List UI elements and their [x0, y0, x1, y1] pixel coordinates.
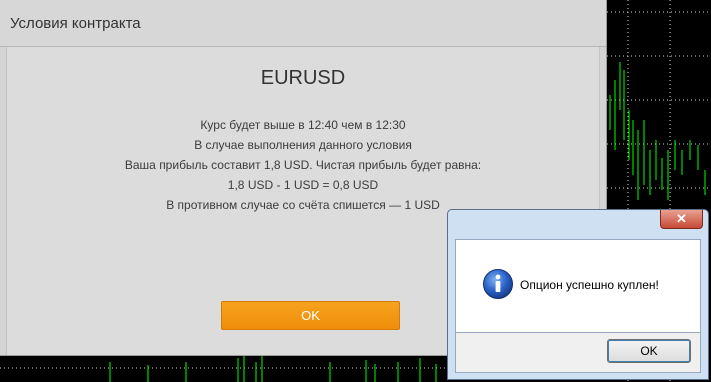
- close-icon[interactable]: ✕: [660, 210, 703, 229]
- message-text: Опцион успешно куплен!: [520, 278, 659, 292]
- terms-line: В случае выполнения данного условия: [194, 138, 412, 152]
- message-ok-button[interactable]: OK: [607, 339, 691, 363]
- message-box: ✕ Опцион успешно куплен! OK: [447, 209, 709, 380]
- contract-dialog-title: Условия контракта: [10, 14, 141, 32]
- terms-line: Ваша прибыль составит 1,8 USD. Чистая пр…: [124, 158, 482, 172]
- terms-line: 1,8 USD - 1 USD = 0,8 USD: [227, 178, 379, 192]
- symbol-label: EURUSD: [260, 67, 346, 89]
- contract-dialog-header: Условия контракта: [0, 0, 606, 47]
- message-box-footer: OK: [455, 333, 701, 373]
- message-box-content: Опцион успешно куплен!: [455, 239, 701, 333]
- terms-line: Курс будет выше в 12:40 чем в 12:30: [200, 118, 406, 132]
- info-icon: [483, 269, 513, 299]
- contract-terms: Курс будет выше в 12:40 чем в 12:30 В сл…: [7, 115, 599, 215]
- contract-ok-button[interactable]: OK: [221, 301, 400, 330]
